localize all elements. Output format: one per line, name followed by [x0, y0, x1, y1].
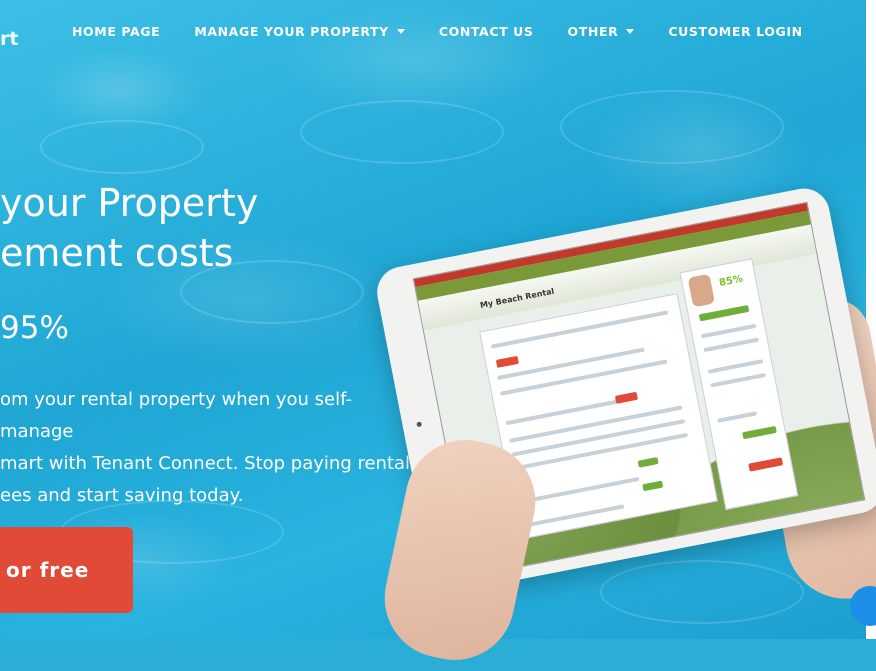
screen-paid-badge	[642, 480, 664, 492]
screen-rent-badge	[495, 355, 519, 368]
ripple	[560, 90, 784, 164]
tablet-home-button	[416, 421, 423, 428]
hero-headline: your Property ement costs	[0, 178, 258, 278]
nav-home-page-label: HOME PAGE	[72, 24, 161, 39]
screen-avatar	[687, 273, 715, 308]
screen-paid-badge	[637, 457, 659, 468]
screen-row	[496, 347, 645, 381]
nav-manage-property-label: MANAGE YOUR PROPERTY	[194, 24, 389, 39]
screen-outstanding-badge	[614, 391, 638, 404]
nav-customer-login[interactable]: CUSTOMER LOGIN	[668, 24, 802, 39]
screen-row	[499, 359, 668, 396]
hero-description-line2: mart with Tenant Connect. Stop paying re…	[0, 453, 411, 474]
ripple	[300, 100, 504, 164]
nav-home-page[interactable]: HOME PAGE	[72, 24, 160, 39]
hero-description-line1: om your rental property when you self-ma…	[0, 389, 352, 442]
screen-row	[710, 372, 766, 388]
screen-completion-percent: 85%	[718, 273, 744, 289]
screen-button	[748, 457, 784, 472]
ripple	[600, 560, 804, 624]
try-for-free-button[interactable]: or free	[0, 527, 133, 613]
nav-contact-us-label: CONTACT US	[438, 24, 534, 39]
screen-row	[700, 323, 757, 339]
screen-row	[717, 411, 758, 423]
nav-customer-login-label: CUSTOMER LOGIN	[668, 24, 803, 39]
hero-headline-line1: your Property	[0, 181, 259, 225]
nav-other[interactable]: OTHER	[568, 24, 635, 39]
hero-description-line3: ees and start saving today.	[0, 485, 244, 506]
ripple	[40, 120, 204, 174]
main-nav: HOME PAGE MANAGE YOUR PROPERTY CONTACT U…	[72, 24, 837, 39]
screen-row	[520, 476, 640, 504]
screen-row	[707, 359, 764, 374]
screen-row	[703, 337, 760, 353]
site-logo[interactable]: rt	[0, 28, 18, 50]
nav-contact-us[interactable]: CONTACT US	[439, 24, 534, 39]
hero-savings-percent: 95%	[0, 310, 69, 346]
hero-headline-line2: ement costs	[0, 231, 234, 275]
chevron-down-icon	[626, 29, 635, 34]
nav-other-label: OTHER	[567, 24, 619, 39]
screen-button	[742, 425, 777, 440]
chevron-down-icon	[396, 29, 405, 34]
hero-description: om your rental property when you self-ma…	[0, 384, 420, 512]
screen-progress-bar	[698, 304, 750, 322]
nav-manage-property[interactable]: MANAGE YOUR PROPERTY	[194, 24, 405, 39]
